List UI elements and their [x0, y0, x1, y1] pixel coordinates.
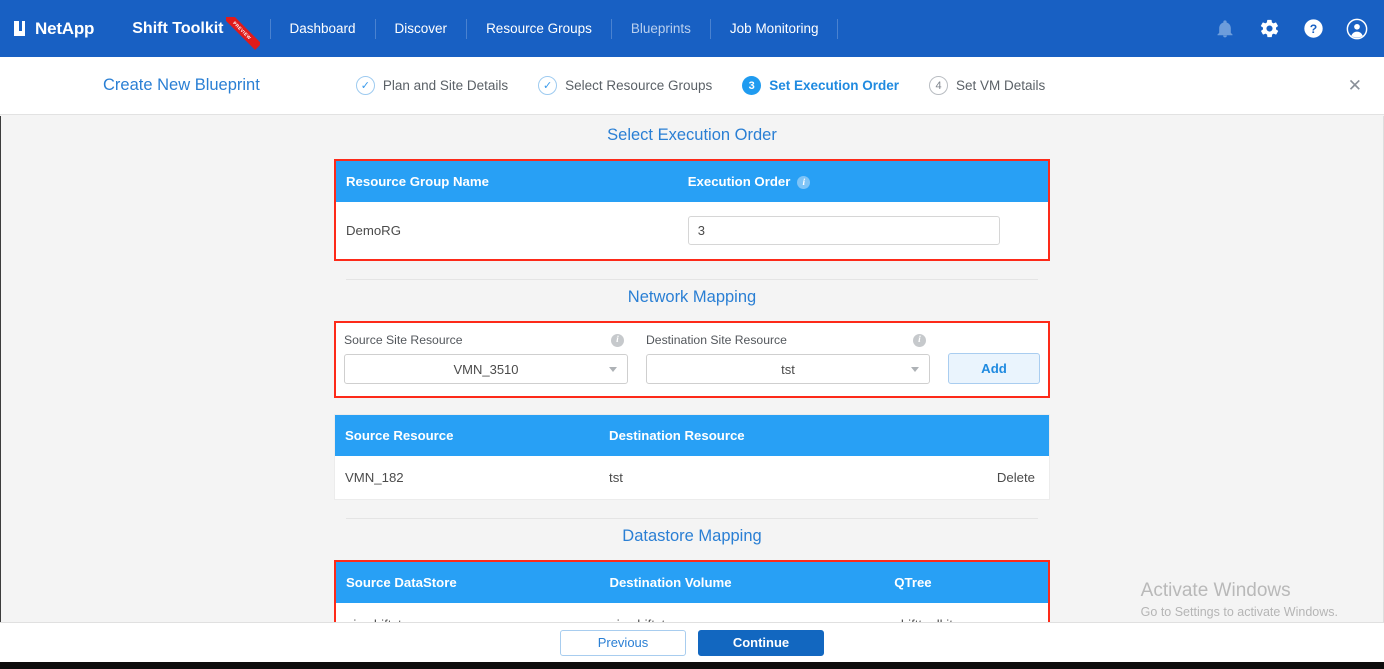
- step-label: Set Execution Order: [769, 78, 900, 93]
- cell-qtree: shifttoolkit: [884, 603, 1048, 622]
- step-number-badge: 3: [742, 76, 762, 95]
- network-mapping-selector-highlight: Source Site Resource i VMN_3510 Destinat…: [334, 321, 1050, 399]
- column-header-resource-group-name: Resource Group Name: [336, 161, 678, 203]
- column-header-qtree: QTree: [884, 562, 1048, 604]
- column-header-destination-resource: Destination Resource: [599, 414, 921, 457]
- svg-text:?: ?: [1309, 22, 1316, 36]
- destination-site-resource-label: Destination Site Resource: [646, 333, 787, 348]
- chevron-down-icon: [609, 367, 617, 373]
- close-icon[interactable]: ✕: [1348, 77, 1362, 94]
- user-account-icon[interactable]: [1346, 18, 1368, 40]
- source-site-resource-select[interactable]: VMN_3510: [344, 354, 628, 385]
- wizard-step-set-vm-details[interactable]: 4 Set VM Details: [929, 76, 1045, 95]
- column-header-execution-order: Execution Order i: [677, 161, 1048, 203]
- add-network-mapping-button[interactable]: Add: [948, 353, 1040, 385]
- chevron-down-icon: [911, 367, 919, 373]
- step-label: Select Resource Groups: [565, 78, 713, 93]
- previous-button[interactable]: Previous: [560, 629, 686, 656]
- cell-source-resource: VMN_182: [334, 456, 600, 500]
- application-window: NetApp Shift Toolkit PREVIEW Dashboard D…: [0, 0, 1384, 669]
- execution-order-table: Resource Group Name Execution Order i Dem…: [336, 161, 1048, 260]
- source-site-resource-label-row: Source Site Resource i: [344, 333, 628, 347]
- shift-toolkit-brand: Shift Toolkit PREVIEW: [132, 16, 265, 50]
- bottom-edge-strip: [0, 662, 1384, 669]
- table-header-row: Source DataStore Destination Volume QTre…: [336, 562, 1048, 604]
- destination-site-resource-label-row: Destination Site Resource i: [646, 333, 930, 347]
- wizard-step-select-resource-groups[interactable]: ✓ Select Resource Groups: [538, 76, 712, 95]
- delete-mapping-link[interactable]: Delete: [920, 456, 1050, 500]
- step-check-icon: ✓: [538, 76, 558, 95]
- nav-link-job-monitoring[interactable]: Job Monitoring: [709, 18, 839, 39]
- nav-link-dashboard[interactable]: Dashboard: [269, 18, 375, 39]
- nav-link-discover[interactable]: Discover: [374, 18, 467, 39]
- step-number-badge: 4: [929, 76, 949, 95]
- help-question-icon[interactable]: ?: [1302, 18, 1324, 40]
- step-label: Plan and Site Details: [382, 78, 509, 93]
- info-icon[interactable]: i: [913, 333, 926, 347]
- wizard-header: Create New Blueprint ✓ Plan and Site Det…: [0, 57, 1384, 115]
- network-mapping-selectors: Source Site Resource i VMN_3510 Destinat…: [336, 323, 1048, 396]
- netapp-logo[interactable]: NetApp: [14, 19, 94, 39]
- cell-destination-volume: nimshiftstage: [599, 603, 885, 622]
- nav-right-icons: ?: [1214, 0, 1368, 57]
- notifications-bell-icon[interactable]: [1214, 18, 1236, 40]
- column-header-source-datastore: Source DataStore: [336, 562, 600, 604]
- shift-toolkit-label: Shift Toolkit: [132, 19, 224, 37]
- page-title: Create New Blueprint: [103, 76, 260, 94]
- table-row: VMN_182 tst Delete: [334, 456, 1050, 500]
- wizard-footer: Previous Continue: [0, 622, 1384, 662]
- step-label: Set VM Details: [956, 78, 1046, 93]
- source-site-resource-field: Source Site Resource i VMN_3510: [344, 333, 628, 385]
- netapp-mark-icon: [14, 21, 29, 36]
- continue-button[interactable]: Continue: [698, 629, 824, 656]
- datastore-mapping-section-title: Datastore Mapping: [622, 527, 762, 546]
- network-mapping-section-title: Network Mapping: [627, 288, 757, 307]
- preview-ribbon-label: PREVIEW: [225, 16, 260, 50]
- datastore-mapping-table-highlight: Source DataStore Destination Volume QTre…: [334, 560, 1050, 622]
- step-check-icon: ✓: [355, 76, 375, 95]
- info-icon[interactable]: i: [797, 176, 811, 190]
- datastore-mapping-table: Source DataStore Destination Volume QTre…: [336, 562, 1048, 622]
- content-column: Select Execution Order Resource Group Na…: [334, 116, 1050, 622]
- nav-link-resource-groups[interactable]: Resource Groups: [466, 18, 611, 39]
- cell-destination-resource: tst: [599, 456, 921, 500]
- wizard-step-set-execution-order[interactable]: 3 Set Execution Order: [742, 76, 899, 95]
- cell-execution-order: [677, 202, 1048, 260]
- source-site-resource-value: VMN_3510: [453, 361, 519, 377]
- destination-site-resource-select[interactable]: tst: [646, 354, 930, 385]
- destination-site-resource-field: Destination Site Resource i tst: [646, 333, 930, 385]
- source-site-resource-label: Source Site Resource: [344, 333, 463, 348]
- execution-order-table-highlight: Resource Group Name Execution Order i Dem…: [334, 159, 1050, 262]
- top-navigation-bar: NetApp Shift Toolkit PREVIEW Dashboard D…: [0, 0, 1384, 57]
- preview-ribbon-badge: PREVIEW: [225, 16, 260, 51]
- column-header-execution-order-label: Execution Order: [687, 174, 791, 189]
- column-header-source-resource: Source Resource: [334, 414, 600, 457]
- main-content: Select Execution Order Resource Group Na…: [0, 116, 1384, 622]
- cell-resource-group-name: DemoRG: [336, 202, 678, 260]
- table-row: DemoRG: [336, 202, 1048, 260]
- table-row: nimshiftstage nimshiftstage shifttoolkit: [336, 603, 1048, 622]
- primary-nav-links: Dashboard Discover Resource Groups Bluep…: [269, 16, 839, 42]
- table-header-row: Source Resource Destination Resource: [334, 414, 1050, 457]
- table-header-row: Resource Group Name Execution Order i: [336, 161, 1048, 203]
- network-mapping-table: Source Resource Destination Resource VMN…: [334, 414, 1050, 501]
- destination-site-resource-value: tst: [781, 361, 795, 377]
- column-header-actions: [920, 414, 1050, 457]
- wizard-steps: ✓ Plan and Site Details ✓ Select Resourc…: [355, 76, 1075, 95]
- cell-source-datastore: nimshiftstage: [336, 603, 600, 622]
- nav-link-blueprints[interactable]: Blueprints: [610, 18, 710, 39]
- execution-order-section-title: Select Execution Order: [607, 126, 777, 144]
- netapp-logo-text: NetApp: [35, 18, 95, 38]
- settings-gear-icon[interactable]: [1258, 18, 1280, 40]
- wizard-step-plan-and-site-details[interactable]: ✓ Plan and Site Details: [355, 76, 509, 95]
- info-icon[interactable]: i: [611, 333, 624, 347]
- column-header-destination-volume: Destination Volume: [599, 562, 885, 604]
- execution-order-input[interactable]: [687, 216, 1000, 246]
